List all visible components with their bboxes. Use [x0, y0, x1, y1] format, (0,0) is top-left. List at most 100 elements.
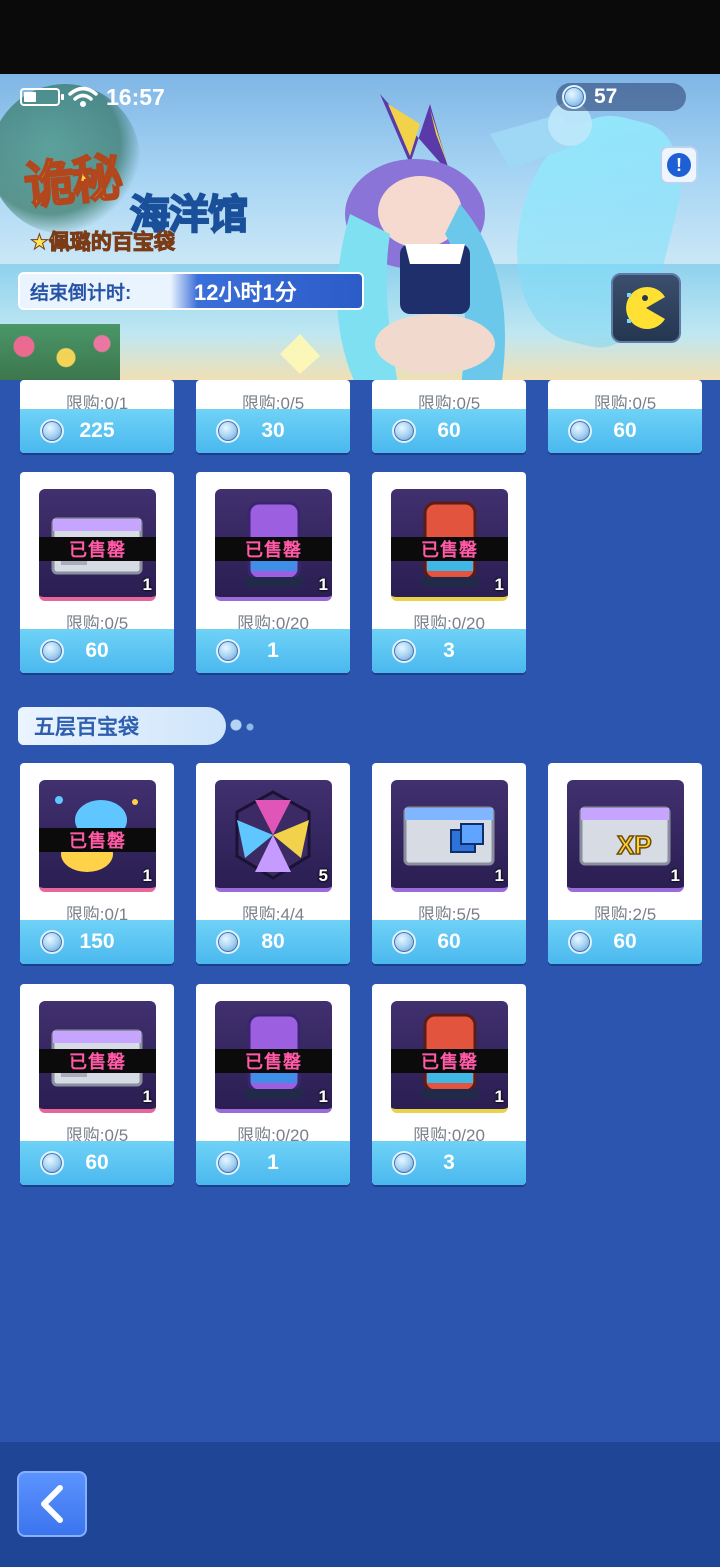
- chevron-left-icon: [41, 1485, 63, 1523]
- xp-text: XP: [617, 830, 652, 860]
- countdown-bar: 结束倒计时: 12小时1分: [18, 272, 364, 310]
- price-button[interactable]: 80: [196, 920, 350, 964]
- pacman-button[interactable]: [611, 273, 681, 343]
- price-button[interactable]: 225: [20, 409, 174, 453]
- item-quantity: 1: [670, 866, 680, 885]
- item-quantity: 1: [318, 575, 328, 594]
- shell-coin-icon: [568, 930, 592, 954]
- shell-coin-icon: [40, 1151, 64, 1175]
- currency-display[interactable]: 57: [556, 83, 686, 111]
- status-time: 16:57: [106, 83, 165, 110]
- sold-out-band: 已售罄: [39, 828, 156, 852]
- shop-item-card[interactable]: 已售罄 1 限购:0/5 60: [20, 472, 174, 673]
- price-button[interactable]: 60: [548, 920, 702, 964]
- countdown-label: 结束倒计时:: [30, 282, 132, 304]
- shop-item-card[interactable]: 已售罄 1 限购:0/20 3: [372, 472, 526, 673]
- bottom-bar: [0, 1442, 720, 1567]
- shop-item-card[interactable]: 已售罄 1 限购:0/5 60: [20, 984, 174, 1185]
- shell-coin-icon: [216, 419, 240, 443]
- countdown-value: 12小时1分: [194, 280, 297, 305]
- shell-coin-icon: [40, 639, 64, 663]
- item-slot: 1: [391, 780, 508, 892]
- sold-out-band: 已售罄: [215, 1049, 332, 1073]
- sold-out-band: 已售罄: [39, 1049, 156, 1073]
- shop-item-card[interactable]: 已售罄 1 限购:0/20 3: [372, 984, 526, 1185]
- shop-scroll-area[interactable]: 限购:0/1 225 限购:0/5 30 限购:0/5 60 限购:0/5 60…: [0, 380, 720, 1442]
- shell-coin-icon: [40, 419, 64, 443]
- item-quantity: 1: [494, 866, 504, 885]
- item-slot: 已售罄 1: [39, 489, 156, 601]
- shop-item-card[interactable]: 5 限购:4/4 80: [196, 763, 350, 964]
- item-quantity: 1: [142, 866, 152, 885]
- item-quantity: 1: [142, 575, 152, 594]
- shop-item-card[interactable]: 限购:0/1 225: [20, 380, 174, 453]
- top-black-bar: [0, 0, 720, 74]
- title-part-1: 诡秘: [21, 148, 124, 216]
- info-button[interactable]: !: [660, 146, 698, 184]
- shop-item-card[interactable]: 已售罄 1 限购:0/20 1: [196, 984, 350, 1185]
- item-quantity: 1: [318, 1087, 328, 1106]
- shop-item-card[interactable]: 限购:0/5 60: [548, 380, 702, 453]
- sold-out-text: 已售罄: [69, 1052, 126, 1072]
- character-illustration: [280, 94, 592, 380]
- sold-out-text: 已售罄: [245, 1052, 302, 1072]
- price-button[interactable]: 60: [20, 1141, 174, 1185]
- price-button[interactable]: 30: [196, 409, 350, 453]
- shop-item-card[interactable]: 已售罄 1 限购:0/1 150: [20, 763, 174, 964]
- price-button[interactable]: 60: [372, 409, 526, 453]
- battery-icon: [20, 88, 64, 106]
- price-button[interactable]: 1: [196, 1141, 350, 1185]
- item-slot: 5: [215, 780, 332, 892]
- shell-coin-icon: [216, 639, 240, 663]
- item-slot: 已售罄 1: [39, 1001, 156, 1113]
- sold-out-band: 已售罄: [39, 537, 156, 561]
- crystal-wheel-icon: [235, 790, 311, 880]
- shell-coin-icon: [392, 419, 416, 443]
- shop-item-card[interactable]: 已售罄 1 限购:0/20 1: [196, 472, 350, 673]
- back-button[interactable]: [17, 1471, 87, 1537]
- section-title: 五层百宝袋: [34, 716, 139, 739]
- exp-xp-card-icon: XP: [579, 806, 671, 866]
- shop-item-card[interactable]: 限购:0/5 60: [372, 380, 526, 453]
- price-button[interactable]: 60: [548, 409, 702, 453]
- shell-coin-icon: [392, 1151, 416, 1175]
- shell-coin-icon: [562, 85, 586, 109]
- status-bar: 16:57: [20, 84, 165, 110]
- pacman-icon: [626, 287, 665, 329]
- shell-coin-icon: [216, 1151, 240, 1175]
- sold-out-band: 已售罄: [391, 1049, 508, 1073]
- price-button[interactable]: 1: [196, 629, 350, 673]
- price-button[interactable]: 3: [372, 629, 526, 673]
- price-button[interactable]: 60: [372, 920, 526, 964]
- shell-coin-icon: [392, 930, 416, 954]
- bubble-decoration: [230, 717, 260, 733]
- exp-blue-card-icon: [403, 806, 495, 866]
- sold-out-text: 已售罄: [69, 831, 126, 851]
- item-slot: 已售罄 1: [215, 1001, 332, 1113]
- shop-item-card[interactable]: 1 限购:5/5 60: [372, 763, 526, 964]
- price-button[interactable]: 60: [20, 629, 174, 673]
- shell-coin-icon: [216, 930, 240, 954]
- event-subtitle: ★佩璐的百宝袋: [30, 231, 176, 255]
- item-slot: XP 1: [567, 780, 684, 892]
- shell-coin-icon: [40, 930, 64, 954]
- sold-out-band: 已售罄: [215, 537, 332, 561]
- shell-coin-icon: [392, 639, 416, 663]
- item-slot: 已售罄 1: [391, 1001, 508, 1113]
- flower-decoration: [0, 324, 120, 380]
- sold-out-text: 已售罄: [245, 540, 302, 560]
- wifi-icon: [68, 86, 98, 107]
- exclamation-icon: !: [667, 153, 691, 177]
- event-title-logo: 诡秘 海洋馆 ★佩璐的百宝袋: [18, 128, 268, 260]
- item-slot: 已售罄 1: [391, 489, 508, 601]
- sold-out-text: 已售罄: [69, 540, 126, 560]
- item-quantity: 1: [494, 1087, 504, 1106]
- item-slot: 已售罄 1: [215, 489, 332, 601]
- price-button[interactable]: 3: [372, 1141, 526, 1185]
- shop-item-card[interactable]: 限购:0/5 30: [196, 380, 350, 453]
- price-button[interactable]: 150: [20, 920, 174, 964]
- item-quantity: 1: [494, 575, 504, 594]
- sold-out-band: 已售罄: [391, 537, 508, 561]
- section-header-layer5: 五层百宝袋: [18, 707, 260, 745]
- shop-item-card[interactable]: XP 1 限购:2/5 60: [548, 763, 702, 964]
